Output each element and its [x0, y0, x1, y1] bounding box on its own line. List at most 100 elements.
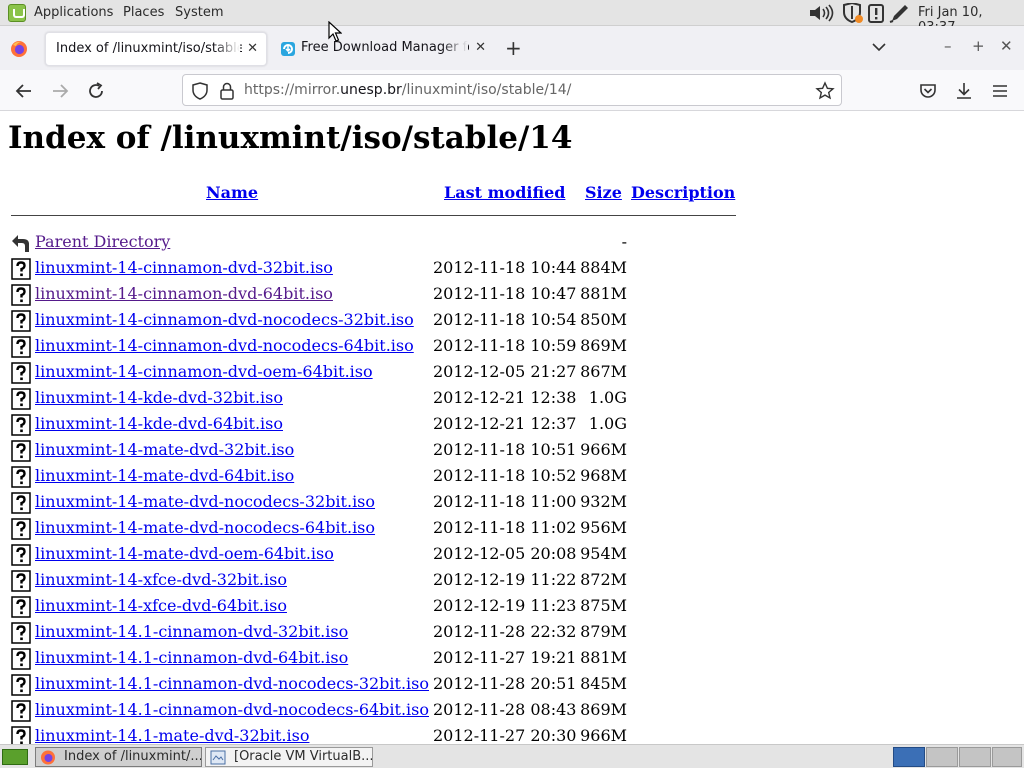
firefox-icon[interactable] [10, 40, 28, 58]
file-link[interactable]: linuxmint-14-mate-dvd-oem-64bit.iso [35, 544, 334, 563]
url-path: /linuxmint/iso/stable/14/ [401, 82, 572, 98]
unknown-file-icon [11, 726, 31, 744]
new-tab-button[interactable]: + [505, 36, 522, 60]
workspace-2[interactable] [926, 747, 958, 767]
update-shield-icon[interactable] [841, 3, 865, 23]
file-link[interactable]: linuxmint-14-mate-dvd-nocodecs-32bit.iso [35, 492, 375, 511]
file-link[interactable]: linuxmint-14-kde-dvd-32bit.iso [35, 388, 283, 407]
file-size: 845M [580, 674, 627, 693]
file-row: linuxmint-14-cinnamon-dvd-nocodecs-64bit… [0, 333, 760, 359]
close-icon[interactable]: ✕ [247, 41, 258, 56]
column-header-last-modified[interactable]: Last modified [444, 183, 565, 202]
workspace-3[interactable] [959, 747, 991, 767]
unknown-file-icon [11, 622, 31, 644]
file-row: linuxmint-14-mate-dvd-nocodecs-32bit.iso… [0, 489, 760, 515]
taskbar-item-label: [Oracle VM VirtualB... [234, 749, 373, 764]
taskbar-item-firefox[interactable]: Index of /linuxmint/... [35, 747, 202, 767]
file-link[interactable]: linuxmint-14.1-cinnamon-dvd-64bit.iso [35, 648, 348, 667]
file-link[interactable]: linuxmint-14-cinnamon-dvd-64bit.iso [35, 284, 333, 303]
file-link[interactable]: linuxmint-14-cinnamon-dvd-oem-64bit.iso [35, 362, 373, 381]
last-modified: 2012-11-18 10:52 [433, 466, 577, 485]
file-row: linuxmint-14-cinnamon-dvd-oem-64bit.iso 2… [0, 359, 760, 385]
column-header-size[interactable]: Size [585, 183, 622, 202]
chevron-down-icon[interactable] [871, 39, 887, 55]
file-link[interactable]: linuxmint-14.1-cinnamon-dvd-32bit.iso [35, 622, 348, 641]
file-size: 850M [580, 310, 627, 329]
pocket-icon[interactable] [918, 81, 938, 101]
unknown-file-icon [11, 336, 31, 358]
file-size: 966M [580, 440, 627, 459]
menu-applications[interactable]: Applications [34, 5, 113, 20]
parent-directory-link[interactable]: Parent Directory [35, 232, 170, 251]
file-link[interactable]: linuxmint-14.1-cinnamon-dvd-nocodecs-64b… [35, 700, 429, 719]
pen-icon[interactable] [889, 3, 911, 23]
file-row: linuxmint-14-mate-dvd-nocodecs-64bit.iso… [0, 515, 760, 541]
menu-places[interactable]: Places [123, 5, 164, 20]
page-content: Index of /linuxmint/iso/stable/14 Name L… [0, 112, 1024, 744]
file-row: linuxmint-14.1-cinnamon-dvd-nocodecs-32b… [0, 671, 760, 697]
url-bar[interactable]: https://mirror.unesp.br/linuxmint/iso/st… [182, 74, 842, 106]
mouse-cursor-icon [328, 21, 342, 42]
file-link[interactable]: linuxmint-14-cinnamon-dvd-nocodecs-32bit… [35, 310, 414, 329]
bookmark-star-icon[interactable] [815, 81, 835, 101]
file-row: linuxmint-14-cinnamon-dvd-32bit.iso 2012-… [0, 255, 760, 281]
last-modified: 2012-11-27 19:21 [433, 648, 577, 667]
file-row: linuxmint-14-kde-dvd-32bit.iso 2012-12-21… [0, 385, 760, 411]
file-link[interactable]: linuxmint-14-mate-dvd-nocodecs-64bit.iso [35, 518, 375, 537]
unknown-file-icon [11, 362, 31, 384]
tab-free-download-manager[interactable]: Free Download Manager for Windows, macOS… [272, 32, 494, 66]
file-link[interactable]: linuxmint-14-cinnamon-dvd-nocodecs-64bit… [35, 336, 414, 355]
menu-system[interactable]: System [175, 5, 223, 20]
file-link[interactable]: linuxmint-14-kde-dvd-64bit.iso [35, 414, 283, 433]
file-link[interactable]: linuxmint-14-xfce-dvd-64bit.iso [35, 596, 287, 615]
file-link[interactable]: linuxmint-14.1-cinnamon-dvd-nocodecs-32b… [35, 674, 429, 693]
close-window-button[interactable]: ✕ [1000, 37, 1013, 55]
unknown-file-icon [11, 414, 31, 436]
top-panel: Applications Places System Fri Jan 10, 0… [0, 0, 1024, 35]
url-domain: unesp.br [340, 82, 402, 98]
workspace-4[interactable] [992, 747, 1022, 767]
file-link[interactable]: linuxmint-14.1-mate-dvd-32bit.iso [35, 726, 309, 744]
last-modified: 2012-11-18 10:47 [433, 284, 577, 303]
back-arrow-icon[interactable] [14, 81, 34, 101]
taskbar-item-virtualbox[interactable]: [Oracle VM VirtualB... [205, 747, 373, 767]
url-text[interactable]: https://mirror.unesp.br/linuxmint/iso/st… [244, 82, 571, 98]
file-link[interactable]: linuxmint-14-mate-dvd-64bit.iso [35, 466, 294, 485]
file-size: 879M [580, 622, 627, 641]
maximize-button[interactable]: + [972, 37, 985, 55]
last-modified: 2012-12-19 11:22 [433, 570, 577, 589]
header-divider [11, 215, 736, 216]
mint-menu-icon[interactable] [8, 4, 26, 22]
volume-icon[interactable] [808, 3, 838, 23]
tab-index-of-linuxmint[interactable]: Index of /linuxmint/iso/stable/14 ✕ [45, 32, 267, 66]
file-link[interactable]: linuxmint-14-cinnamon-dvd-32bit.iso [35, 258, 333, 277]
last-modified: 2012-12-19 11:23 [433, 596, 577, 615]
file-link[interactable]: linuxmint-14-xfce-dvd-32bit.iso [35, 570, 287, 589]
last-modified: 2012-11-28 20:51 [433, 674, 577, 693]
hamburger-menu-icon[interactable] [990, 81, 1010, 101]
file-row: linuxmint-14.1-cinnamon-dvd-nocodecs-64b… [0, 697, 760, 723]
unknown-file-icon [11, 544, 31, 566]
unknown-file-icon [11, 648, 31, 670]
file-size: 869M [580, 336, 627, 355]
page-title: Index of /linuxmint/iso/stable/14 [8, 120, 573, 156]
close-icon[interactable]: ✕ [475, 40, 486, 55]
show-desktop-icon[interactable] [2, 749, 28, 765]
column-header-name[interactable]: Name [206, 183, 258, 202]
workspace-1[interactable] [893, 747, 925, 767]
file-row: linuxmint-14-kde-dvd-64bit.iso 2012-12-21… [0, 411, 760, 437]
file-link[interactable]: linuxmint-14-mate-dvd-32bit.iso [35, 440, 294, 459]
notification-icon[interactable] [866, 3, 886, 23]
reload-icon[interactable] [86, 81, 106, 101]
file-size: 956M [580, 518, 627, 537]
lock-icon[interactable] [219, 82, 235, 100]
file-row: linuxmint-14.1-cinnamon-dvd-64bit.iso 201… [0, 645, 760, 671]
unknown-file-icon [11, 492, 31, 514]
last-modified: 2012-11-28 08:43 [433, 700, 577, 719]
forward-arrow-icon[interactable] [50, 81, 70, 101]
minimize-button[interactable]: – [944, 37, 952, 55]
tracking-shield-icon[interactable] [191, 82, 209, 100]
last-modified: 2012-11-18 11:02 [433, 518, 577, 537]
column-header-description[interactable]: Description [631, 183, 735, 202]
download-icon[interactable] [954, 81, 974, 101]
